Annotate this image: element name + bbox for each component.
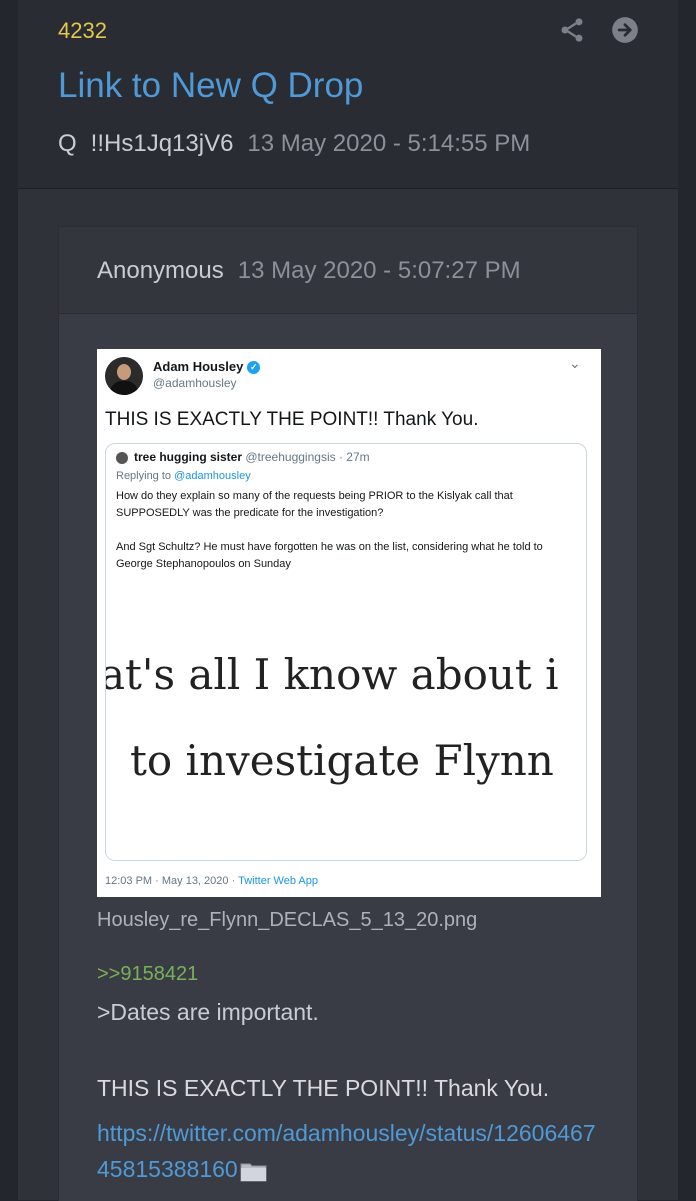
drop-title-link[interactable]: Link to New Q Drop	[58, 66, 363, 106]
drop-tripcode: !!Hs1Jq13jV6	[90, 130, 234, 157]
drop-header: 4232 Link to New Q Drop Q !!Hs1Jq13jV6 13 …	[18, 0, 678, 189]
tweet-text: THIS IS EXACTLY THE POINT!! Thank You.	[105, 409, 479, 430]
quoted-image-line-2: to investigate Flynn	[130, 736, 554, 785]
drop-number: 4232	[58, 18, 107, 43]
image-filename: Housley_re_Flynn_DECLAS_5_13_20.png	[97, 909, 478, 931]
reply-link[interactable]: >>9158421	[97, 963, 198, 986]
folder-icon[interactable]	[240, 1160, 268, 1182]
quoted-tweet-body: How do they explain so many of the reque…	[116, 490, 543, 570]
quoted-post: Anonymous 13 May 2020 - 5:07:27 PM Adam H…	[58, 226, 638, 1201]
tweet-footer: 12:03 PM · May 13, 2020 · Twitter Web Ap…	[105, 875, 318, 887]
quoted-post-header: Anonymous 13 May 2020 - 5:07:27 PM	[59, 227, 637, 314]
drop-author: Q	[58, 130, 77, 157]
quoted-tweet-image: at's all I know about i to investigate F…	[106, 626, 586, 860]
greentext-line: >Dates are important.	[97, 999, 319, 1025]
share-icon[interactable]	[558, 16, 586, 44]
quoted-tweet-avatar	[116, 452, 128, 464]
quoted-image-line-1: at's all I know about i	[106, 650, 559, 699]
tweet-url-link[interactable]: https://twitter.com/adamhousley/status/1…	[97, 1120, 596, 1182]
quoted-post-author-line: Anonymous 13 May 2020 - 5:07:27 PM	[97, 257, 521, 285]
quoted-post-timestamp: 13 May 2020 - 5:07:27 PM	[237, 257, 521, 284]
post-text: THIS IS EXACTLY THE POINT!! Thank You.	[97, 1075, 550, 1101]
quoted-post-author: Anonymous	[97, 257, 224, 284]
quoted-tweet-header: tree hugging sister @treehuggingsis · 27…	[134, 450, 370, 464]
drop-author-line: Q !!Hs1Jq13jV6 13 May 2020 - 5:14:55 PM	[58, 130, 530, 158]
tweet-author-name: Adam Housley ✓	[153, 359, 261, 375]
tweet-screenshot-image[interactable]: Adam Housley ✓ @adamhousley ⌄ THIS IS EXA…	[97, 349, 601, 897]
tweet-avatar	[105, 357, 143, 395]
tweet-url-block: https://twitter.com/adamhousley/status/1…	[97, 1115, 597, 1187]
chevron-down-icon: ⌄	[569, 355, 581, 371]
quoted-tweet-replying: Replying to @adamhousley	[116, 470, 251, 482]
drop-timestamp: 13 May 2020 - 5:14:55 PM	[247, 130, 531, 157]
quoted-tweet: tree hugging sister @treehuggingsis · 27…	[105, 443, 587, 861]
arrow-circle-right-icon[interactable]	[611, 16, 639, 44]
verified-badge-icon: ✓	[247, 361, 261, 375]
tweet-author-handle: @adamhousley	[153, 376, 237, 390]
drop-card: 4232 Link to New Q Drop Q !!Hs1Jq13jV6 13 …	[18, 0, 678, 1201]
